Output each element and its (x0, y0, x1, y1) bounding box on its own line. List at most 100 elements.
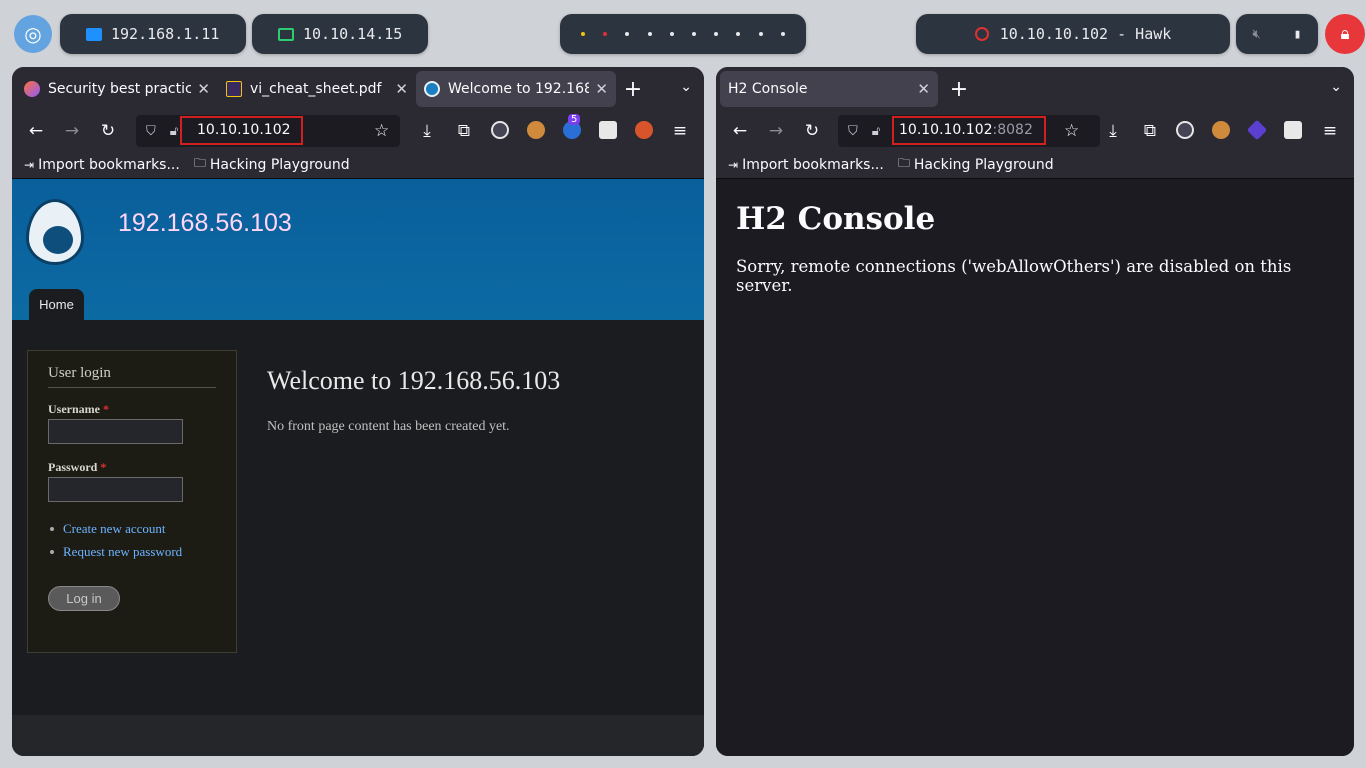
list-item: Request new password (50, 544, 182, 560)
vpn-ip-text: 10.10.14.15 (303, 25, 403, 43)
workspace-switcher[interactable] (560, 14, 806, 54)
site-header: 192.168.56.103 Home (12, 179, 704, 320)
password-label: Password * (48, 460, 107, 474)
page-title: H2 Console (736, 201, 936, 237)
h2-console-page: H2 Console Sorry, remote connections ('w… (716, 179, 1354, 756)
close-icon[interactable]: ✕ (917, 80, 930, 98)
workspace-dot[interactable] (581, 32, 586, 36)
vpn-ip-indicator[interactable]: 10.10.14.15 (252, 14, 428, 54)
extension-badge: 5 (568, 114, 581, 125)
lock-button[interactable]: 🔒︎ (1325, 14, 1365, 54)
url-text: 10.10.10.102 (197, 122, 291, 138)
battery-icon[interactable]: ▮ (1294, 27, 1302, 42)
bookmark-label: Hacking Playground (209, 156, 350, 173)
download-icon[interactable]: ⤓ (1103, 121, 1123, 141)
extensions-icon[interactable]: ⧉ (454, 121, 474, 141)
drupal-page: 192.168.56.103 Home User login Username … (12, 179, 704, 756)
drupal-logo-icon[interactable] (26, 199, 84, 265)
chevron-down-icon[interactable]: ⌄ (680, 79, 692, 95)
user-login-block: User login Username * Password * Create … (27, 350, 237, 653)
reload-icon[interactable]: ↻ (98, 121, 118, 141)
extension-foxyproxy-icon[interactable] (491, 121, 509, 139)
extension-hackbar-icon[interactable] (1246, 119, 1268, 141)
folder-icon: 🗀 (897, 156, 910, 170)
forward-icon[interactable]: → (62, 121, 82, 141)
insecure-lock-icon[interactable]: 🔓︎ (872, 124, 880, 139)
navigation-toolbar: ← → ↻ ⛉ 🔓︎ 10.10.10.102:8082 ☆ ⤓ ⧉ ≡ (716, 111, 1354, 151)
url-bar[interactable]: ⛉ 🔓︎ 10.10.10.102:8082 ☆ (838, 115, 1100, 147)
bookmark-star-icon[interactable]: ☆ (1064, 121, 1079, 141)
import-icon: ⇥ (728, 157, 739, 172)
workspace-dot[interactable] (669, 32, 674, 36)
new-tab-button[interactable]: + (942, 77, 976, 102)
target-indicator[interactable]: 10.10.10.102 - Hawk (916, 14, 1230, 54)
cookie-icon[interactable] (527, 121, 545, 139)
volume-muted-icon[interactable]: 🔇︎ (1252, 27, 1260, 42)
close-icon[interactable]: ✕ (395, 80, 408, 98)
new-tab-button[interactable]: + (616, 77, 650, 102)
close-icon[interactable]: ✕ (595, 80, 608, 98)
workspace-dot[interactable] (736, 32, 741, 36)
extensions-icon[interactable]: ⧉ (1140, 121, 1160, 141)
tab-security-best-practices[interactable]: Security best practice ✕ (16, 71, 218, 107)
close-icon[interactable]: ✕ (197, 80, 210, 98)
lock-icon: 🔒︎ (1340, 24, 1350, 44)
insecure-lock-icon[interactable]: 🔓︎ (170, 124, 178, 139)
system-tray[interactable]: 🔇︎ ▮ (1236, 14, 1318, 54)
workspace-dot[interactable] (714, 32, 719, 36)
login-title: User login (48, 365, 216, 388)
tab-label: vi_cheat_sheet.pdf (250, 81, 382, 97)
workspace-dot[interactable] (692, 32, 697, 36)
back-icon[interactable]: ← (26, 121, 46, 141)
url-bar[interactable]: ⛉ 🔓︎ 10.10.10.102 ☆ (136, 115, 400, 147)
extension-user-agent-icon[interactable] (599, 121, 617, 139)
forward-icon[interactable]: → (766, 121, 786, 141)
bookmarks-toolbar: ⇥ Import bookmarks... 🗀 Hacking Playground (12, 151, 704, 179)
workspace-dot[interactable] (647, 32, 652, 36)
create-account-link[interactable]: Create new account (63, 521, 166, 537)
chevron-down-icon[interactable]: ⌄ (1330, 79, 1342, 95)
tab-strip: Security best practice ✕ vi_cheat_sheet.… (12, 67, 704, 111)
nav-home-tab[interactable]: Home (29, 289, 84, 320)
reload-icon[interactable]: ↻ (802, 121, 822, 141)
login-button[interactable]: Log in (48, 586, 120, 611)
pdf-icon (226, 81, 242, 97)
bookmark-import[interactable]: ⇥ Import bookmarks... (24, 157, 180, 173)
navigation-toolbar: ← → ↻ ⛉ 🔓︎ 10.10.10.102 ☆ ⤓ ⧉ 5 ≡ (12, 111, 704, 151)
target-text: 10.10.10.102 - Hawk (999, 25, 1172, 43)
shield-icon[interactable]: ⛉ (848, 124, 858, 139)
download-icon[interactable]: ⤓ (417, 121, 437, 141)
workspace-dot[interactable] (780, 32, 785, 36)
workspace-dot[interactable] (603, 32, 608, 36)
workspace-dot[interactable] (758, 32, 763, 36)
firefox-icon (24, 81, 40, 97)
back-icon[interactable]: ← (730, 121, 750, 141)
tab-vi-cheat-sheet[interactable]: vi_cheat_sheet.pdf ✕ (218, 71, 416, 107)
tab-h2-console[interactable]: H2 Console ✕ (720, 71, 938, 107)
password-input[interactable] (48, 477, 183, 502)
bookmark-folder-hacking-playground[interactable]: 🗀 Hacking Playground (898, 154, 1054, 175)
crosshair-icon (974, 27, 989, 41)
drupal-icon (424, 81, 440, 97)
username-input[interactable] (48, 419, 183, 444)
menu-hamburger-icon[interactable]: ≡ (1320, 121, 1340, 141)
bookmark-import[interactable]: ⇥ Import bookmarks... (728, 157, 884, 173)
shield-icon[interactable]: ⛉ (146, 124, 156, 139)
extension-blocked-icon[interactable] (635, 121, 653, 139)
debian-swirl-icon: ◎ (24, 22, 42, 46)
tab-welcome[interactable]: Welcome to 192.168.5 ✕ (416, 71, 616, 107)
laptop-icon (278, 27, 294, 41)
workspace-dot[interactable] (625, 32, 630, 36)
menu-hamburger-icon[interactable]: ≡ (670, 121, 690, 141)
bookmark-folder-hacking-playground[interactable]: 🗀 Hacking Playground (194, 154, 350, 175)
local-ip-indicator[interactable]: 192.168.1.11 (60, 14, 246, 54)
app-launcher-button[interactable]: ◎ (14, 15, 52, 53)
extension-foxyproxy-icon[interactable] (1176, 121, 1194, 139)
local-ip-text: 192.168.1.11 (111, 25, 220, 43)
request-password-link[interactable]: Request new password (63, 544, 182, 560)
site-name[interactable]: 192.168.56.103 (118, 209, 292, 238)
cookie-icon[interactable] (1212, 121, 1230, 139)
bookmark-star-icon[interactable]: ☆ (374, 121, 389, 141)
extension-user-agent-icon[interactable] (1284, 121, 1302, 139)
bookmark-label: Hacking Playground (913, 156, 1054, 173)
